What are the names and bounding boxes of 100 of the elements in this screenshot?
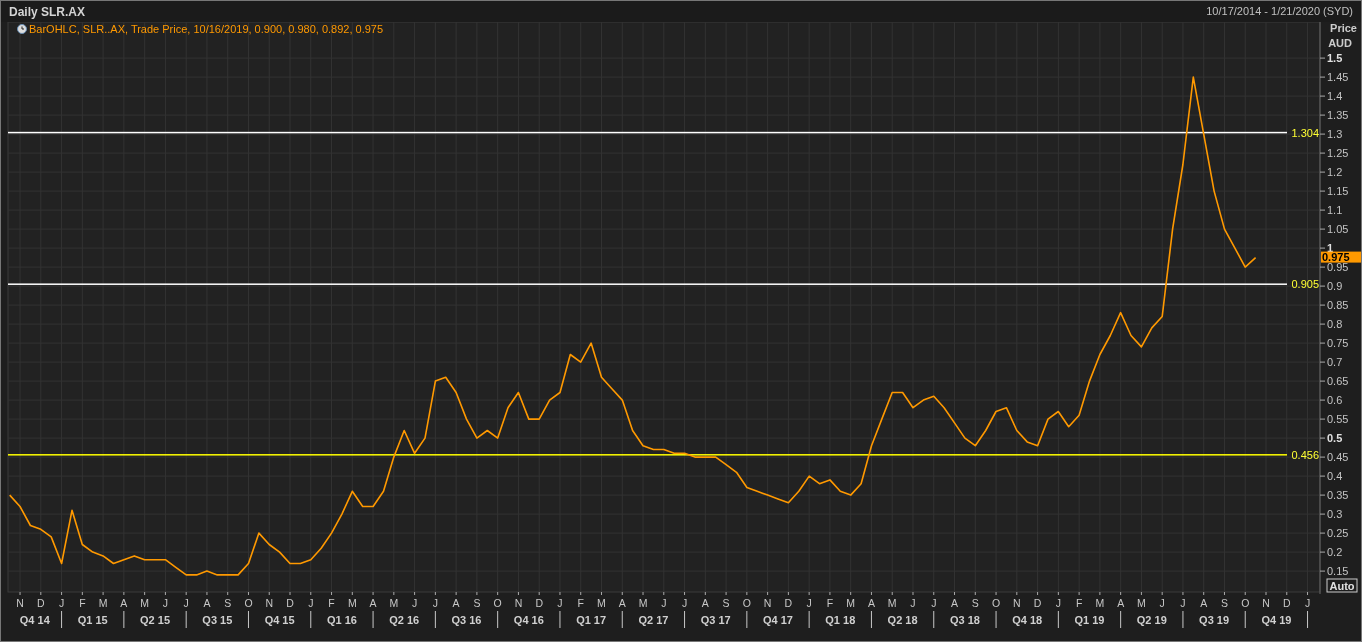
quarter-label: Q4 16 xyxy=(513,614,544,626)
last-price-tag: 0.975 xyxy=(1321,251,1361,264)
month-label: F xyxy=(577,597,584,609)
month-label: J xyxy=(806,597,812,609)
axis-label: 1.2 xyxy=(1327,166,1343,179)
month-label: N xyxy=(763,597,772,609)
axis-label: 1.1 xyxy=(1327,204,1343,217)
month-label: J xyxy=(1304,597,1311,609)
month-label: J xyxy=(661,597,667,609)
axis-label: 0.25 xyxy=(1327,527,1349,540)
month-label: N xyxy=(514,597,523,609)
quarter-label: Q4 17 xyxy=(763,614,793,626)
quarter-label: Q2 16 xyxy=(389,614,420,626)
month-label: M xyxy=(887,597,897,609)
quarter-label: Q1 17 xyxy=(576,614,607,626)
quarter-label: Q3 16 xyxy=(451,614,482,626)
quarter-label: Q2 19 xyxy=(1136,614,1167,626)
axis-label: 1.45 xyxy=(1327,71,1349,84)
axis-label: 1.15 xyxy=(1327,185,1349,198)
month-label: J xyxy=(910,597,916,609)
month-label: J xyxy=(1055,597,1061,609)
month-label: S xyxy=(722,597,730,609)
month-label: J xyxy=(162,597,169,609)
month-label: D xyxy=(1033,597,1042,609)
axis-label: 1.25 xyxy=(1327,147,1349,160)
axis-title: AUD xyxy=(1328,37,1352,49)
month-label: A xyxy=(867,597,875,609)
axis-label: 0.55 xyxy=(1327,413,1349,426)
month-label: O xyxy=(991,597,1001,609)
quarter-label: Q2 18 xyxy=(887,614,918,626)
month-label: M xyxy=(98,597,108,609)
quarter-label: Q3 19 xyxy=(1199,614,1230,626)
month-label: D xyxy=(37,597,45,609)
axis-label: 0.95 xyxy=(1327,261,1349,274)
axis-label: 1.5 xyxy=(1327,52,1343,65)
month-label: J xyxy=(931,597,937,609)
axis-label: 0.35 xyxy=(1327,489,1349,502)
quarter-label: Q4 19 xyxy=(1261,614,1292,626)
month-label: S xyxy=(224,597,232,609)
axis-label: 0.5 xyxy=(1327,432,1343,445)
month-label: J xyxy=(1180,597,1186,609)
month-label: A xyxy=(120,597,128,609)
axis-label: 1.35 xyxy=(1327,109,1349,122)
month-label: S xyxy=(971,597,979,609)
chart-title: Daily SLR.AX xyxy=(9,3,86,21)
axis-label: 0.75 xyxy=(1327,337,1349,350)
month-label: O xyxy=(742,597,751,609)
month-label: O xyxy=(493,597,502,609)
month-label: M xyxy=(389,597,399,609)
month-label: N xyxy=(265,597,274,609)
month-label: S xyxy=(473,597,481,609)
month-label: J xyxy=(681,597,688,609)
month-label: M xyxy=(140,597,149,609)
axis-label: 1.4 xyxy=(1327,90,1343,103)
quarter-label: Q3 18 xyxy=(949,614,980,626)
level-label: 1.304 xyxy=(1291,126,1319,139)
month-label: D xyxy=(1283,597,1291,609)
date-range: 10/17/2014 - 1/21/2020 (SYD) xyxy=(1206,4,1353,20)
axis-label: 0.7 xyxy=(1327,356,1343,369)
clock-icon xyxy=(17,24,27,34)
axis-label: 0.45 xyxy=(1327,451,1349,464)
quarter-label: Q3 17 xyxy=(700,614,731,626)
axis-label: 0.15 xyxy=(1327,565,1349,578)
month-label: M xyxy=(1137,597,1146,609)
axis-label: 1.05 xyxy=(1327,223,1349,236)
month-label: M xyxy=(846,597,856,609)
month-label: A xyxy=(203,597,211,609)
month-label: A xyxy=(618,597,626,609)
quarter-label: Q3 15 xyxy=(202,614,233,626)
axis-label: 0.6 xyxy=(1327,394,1343,407)
month-label: J xyxy=(557,597,563,609)
quarter-label: Q1 16 xyxy=(326,614,357,626)
axis-label: 1.3 xyxy=(1327,128,1343,141)
month-label: N xyxy=(1013,597,1021,609)
month-label: F xyxy=(1075,597,1083,609)
month-label: A xyxy=(701,597,709,609)
quarter-label: Q4 15 xyxy=(264,614,295,626)
month-label: O xyxy=(244,597,253,609)
auto-scale-button[interactable]: Auto xyxy=(1326,578,1358,593)
quarter-label: Q2 15 xyxy=(140,614,170,626)
axis-label: 0.4 xyxy=(1327,470,1343,483)
month-label: A xyxy=(1200,597,1208,609)
quarter-label: Q4 18 xyxy=(1012,614,1043,626)
month-label: J xyxy=(58,597,65,609)
level-label: 0.905 xyxy=(1291,278,1319,291)
axis-label: 0.9 xyxy=(1327,280,1343,293)
axis-label: 0.65 xyxy=(1327,375,1349,388)
chart-legend: BarOHLC, SLR..AX, Trade Price, 10/16/2019, 0.900, 0.980, 0.892, 0.975 xyxy=(29,23,384,35)
month-label: F xyxy=(79,597,86,609)
month-label: J xyxy=(308,597,314,609)
month-label: A xyxy=(951,597,959,609)
month-label: F xyxy=(826,597,834,609)
quarter-label: Q1 19 xyxy=(1074,614,1105,626)
quarter-label: Q2 17 xyxy=(638,614,669,626)
month-label: M xyxy=(347,597,357,609)
axis-title: Price xyxy=(1330,22,1357,34)
month-label: J xyxy=(432,597,438,609)
month-label: J xyxy=(411,597,418,609)
month-label: J xyxy=(1159,597,1165,609)
month-label: F xyxy=(328,597,335,609)
